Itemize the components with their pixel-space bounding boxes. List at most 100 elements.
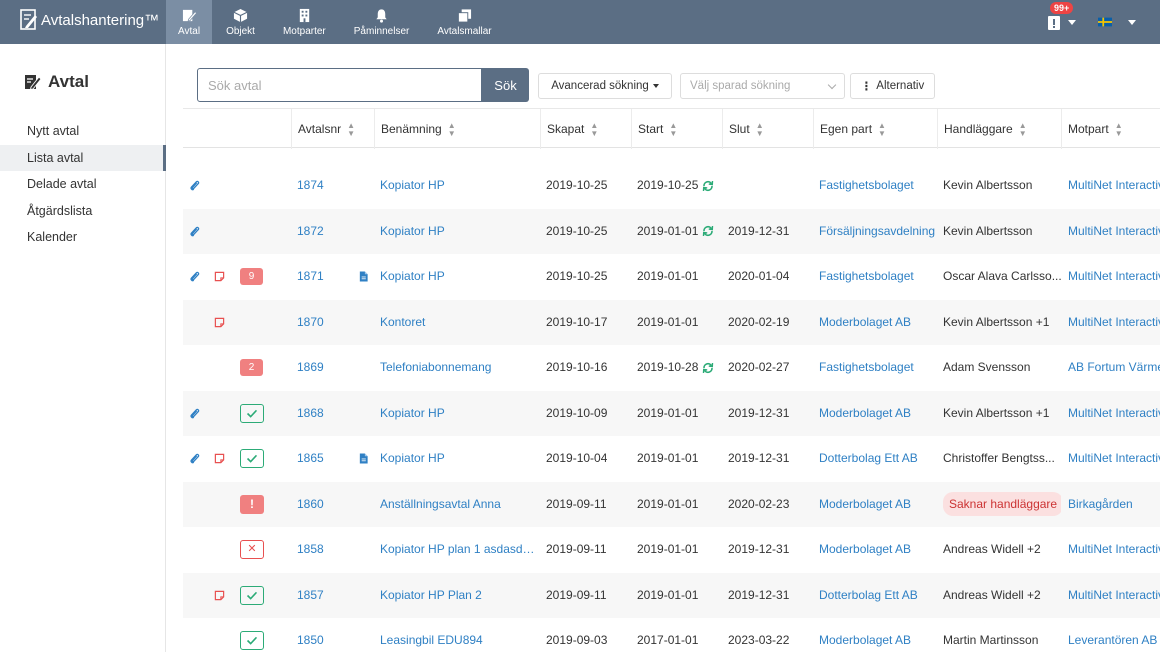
note-icon (214, 453, 225, 464)
sidebar-item-nytt-avtal[interactable]: Nytt avtal (0, 118, 166, 145)
nav-avtalsmallar[interactable]: Avtalsmallar (423, 0, 505, 44)
sort-icon: ▲ ▼ (878, 120, 886, 138)
table-row[interactable]: 1870 Kontoret 2019-10-17 2019-01-01 2020-02-… (183, 299, 1160, 346)
app-brand[interactable]: Avtalshantering™ (20, 7, 159, 33)
counterparty[interactable]: MultiNet Interactive (1068, 254, 1160, 300)
column-header-handlaggare[interactable]: Handläggare ▲ ▼ (937, 109, 1061, 149)
document-icon (358, 453, 369, 464)
options-button[interactable]: ⋮ Alternativ (850, 73, 935, 99)
nav-avtal[interactable]: Avtal (166, 0, 213, 44)
nav-objekt[interactable]: Objekt (212, 0, 269, 44)
contract-name[interactable]: Anställningsavtal Anna (380, 482, 536, 528)
nav-motparter[interactable]: Motparter (269, 0, 340, 44)
column-header-slut[interactable]: Slut ▲ ▼ (722, 109, 813, 149)
end-date: 2020-02-27 (728, 360, 790, 374)
own-party[interactable]: Fastighetsbolaget (819, 345, 937, 391)
contract-number[interactable]: 1850 (297, 618, 324, 652)
paperclip-icon (189, 180, 200, 191)
contract-name[interactable]: Kopiator HP (380, 163, 536, 209)
table-row[interactable]: 1868 Kopiator HP 2019-10-09 2019-01-01 2019-… (183, 390, 1160, 437)
table-row[interactable]: ✕ 1858 Kopiator HP plan 1 asdasda... 2019-0… (183, 527, 1160, 573)
contract-name[interactable]: Kopiator HP plan 1 asdasda... (380, 527, 536, 573)
table-row[interactable]: 9 1871 Kopiator HP 2019-10-25 2019-01-01 2020… (183, 254, 1160, 300)
auto-renew-icon (698, 224, 714, 238)
counterparty[interactable]: AB Fortum Värme (1068, 345, 1160, 391)
counterparty[interactable]: MultiNet Interactive (1068, 436, 1160, 482)
advanced-search-button[interactable]: Avancerad sökning (538, 73, 672, 99)
table-row[interactable]: 2 1869 Telefoniabonnemang 2019-10-16 2019-10… (183, 345, 1160, 391)
language-button[interactable] (1098, 14, 1136, 30)
sidebar-item-kalender[interactable]: Kalender (0, 224, 166, 251)
start-cell: 2019-10-28 (637, 345, 725, 391)
counterparty[interactable]: Leverantören AB (1068, 618, 1160, 652)
column-header-avtalsnr[interactable]: Avtalsnr ▲ ▼ (291, 109, 374, 149)
table-row[interactable]: 1865 Kopiator HP 2019-10-04 2019-01-01 2019-… (183, 436, 1160, 482)
contract-name[interactable]: Kopiator HP (380, 254, 536, 300)
contract-name[interactable]: Kopiator HP (380, 209, 536, 255)
saved-search-placeholder: Välj sparad sökning (690, 80, 791, 92)
own-party[interactable]: Moderbolaget AB (819, 618, 937, 652)
sidebar-item-åtgärdslista[interactable]: Åtgärdslista (0, 198, 166, 225)
contract-number[interactable]: 1870 (297, 300, 324, 346)
own-party[interactable]: Dotterbolag Ett AB (819, 436, 937, 482)
table-row[interactable]: 1850 Leasingbil EDU894 2019-09-03 2017-01-0… (183, 618, 1160, 652)
search-input[interactable] (197, 68, 482, 102)
contract-number[interactable]: 1868 (297, 391, 324, 437)
column-header-start[interactable]: Start ▲ ▼ (631, 109, 722, 149)
notifications-button[interactable]: 99+ (1048, 2, 1076, 30)
contract-number[interactable]: 1871 (297, 254, 324, 300)
own-party[interactable]: Försäljningsavdelning (819, 209, 937, 255)
contract-number[interactable]: 1874 (297, 163, 324, 209)
column-header-egen-part[interactable]: Egen part ▲ ▼ (813, 109, 937, 149)
nav-avtalsmallar-label: Avtalsmallar (437, 25, 492, 37)
handler-cell: Saknar handläggare (943, 482, 1061, 528)
contract-name[interactable]: Leasingbil EDU894 (380, 618, 536, 652)
end-date: 2019-12-31 (728, 223, 790, 238)
sidebar-item-lista-avtal[interactable]: Lista avtal (0, 144, 166, 171)
counterparty[interactable]: Birkagården (1068, 482, 1160, 528)
contract-name[interactable]: Kontoret (380, 300, 536, 346)
contract-name[interactable]: Kopiator HP Plan 2 (380, 573, 536, 619)
own-party[interactable]: Fastighetsbolaget (819, 254, 937, 300)
column-header-motpart[interactable]: Motpart ▲ ▼ (1061, 109, 1160, 149)
search-button[interactable]: Sök (482, 68, 529, 102)
contract-name[interactable]: Telefoniabonnemang (380, 345, 536, 391)
handler: Martin Martinsson (943, 633, 1039, 647)
counterparty[interactable]: MultiNet Interactive (1068, 163, 1160, 209)
contract-number[interactable]: 1865 (297, 436, 324, 482)
saved-search-select[interactable]: Välj sparad sökning (680, 73, 845, 99)
own-party[interactable]: Fastighetsbolaget (819, 163, 937, 209)
column-header-benamning[interactable]: Benämning ▲ ▼ (374, 109, 540, 149)
counterparty[interactable]: MultiNet Interactive (1068, 391, 1160, 437)
column-header-skapat[interactable]: Skapat ▲ ▼ (540, 109, 631, 149)
own-party[interactable]: Moderbolaget AB (819, 300, 937, 346)
table-row[interactable]: 1874 Kopiator HP 2019-10-25 2019-10-25 Fasti… (183, 163, 1160, 209)
sort-icon: ▲ ▼ (347, 120, 356, 138)
own-party[interactable]: Moderbolaget AB (819, 391, 937, 437)
handler: Kevin Albertsson (943, 223, 1033, 238)
own-party[interactable]: Moderbolaget AB (819, 482, 937, 528)
sidebar-item-delade-avtal[interactable]: Delade avtal (0, 171, 166, 198)
start-date: 2019-01-01 (637, 451, 699, 465)
counterparty[interactable]: MultiNet Interactive (1068, 209, 1160, 255)
table-row[interactable]: ! 1860 Anställningsavtal Anna 2019-09-11 201… (183, 481, 1160, 528)
counterparty[interactable]: MultiNet Interactive (1068, 573, 1160, 619)
contract-number[interactable]: 1857 (297, 573, 324, 619)
contract-name[interactable]: Kopiator HP (380, 391, 536, 437)
contract-number[interactable]: 1858 (297, 527, 324, 573)
handler: Kevin Albertsson +1 (943, 314, 1050, 329)
nav-paminnelser[interactable]: Påminnelser (340, 0, 424, 44)
start-date: 2019-01-01 (637, 223, 699, 238)
table-row[interactable]: 1872 Kopiator HP 2019-10-25 2019-01-01 2019-… (183, 208, 1160, 255)
start-date: 2019-01-01 (637, 587, 699, 602)
handler: Oscar Alava Carlsso... (943, 269, 1061, 283)
contract-number[interactable]: 1872 (297, 209, 324, 255)
table-row[interactable]: 1857 Kopiator HP Plan 2 2019-09-11 2019-01-… (183, 572, 1160, 619)
contract-number[interactable]: 1860 (297, 482, 324, 528)
own-party[interactable]: Dotterbolag Ett AB (819, 573, 937, 619)
counterparty[interactable]: MultiNet Interactive (1068, 527, 1160, 573)
contract-name[interactable]: Kopiator HP (380, 436, 536, 482)
counterparty[interactable]: MultiNet Interactive (1068, 300, 1160, 346)
own-party[interactable]: Moderbolaget AB (819, 527, 937, 573)
contract-number[interactable]: 1869 (297, 345, 324, 391)
